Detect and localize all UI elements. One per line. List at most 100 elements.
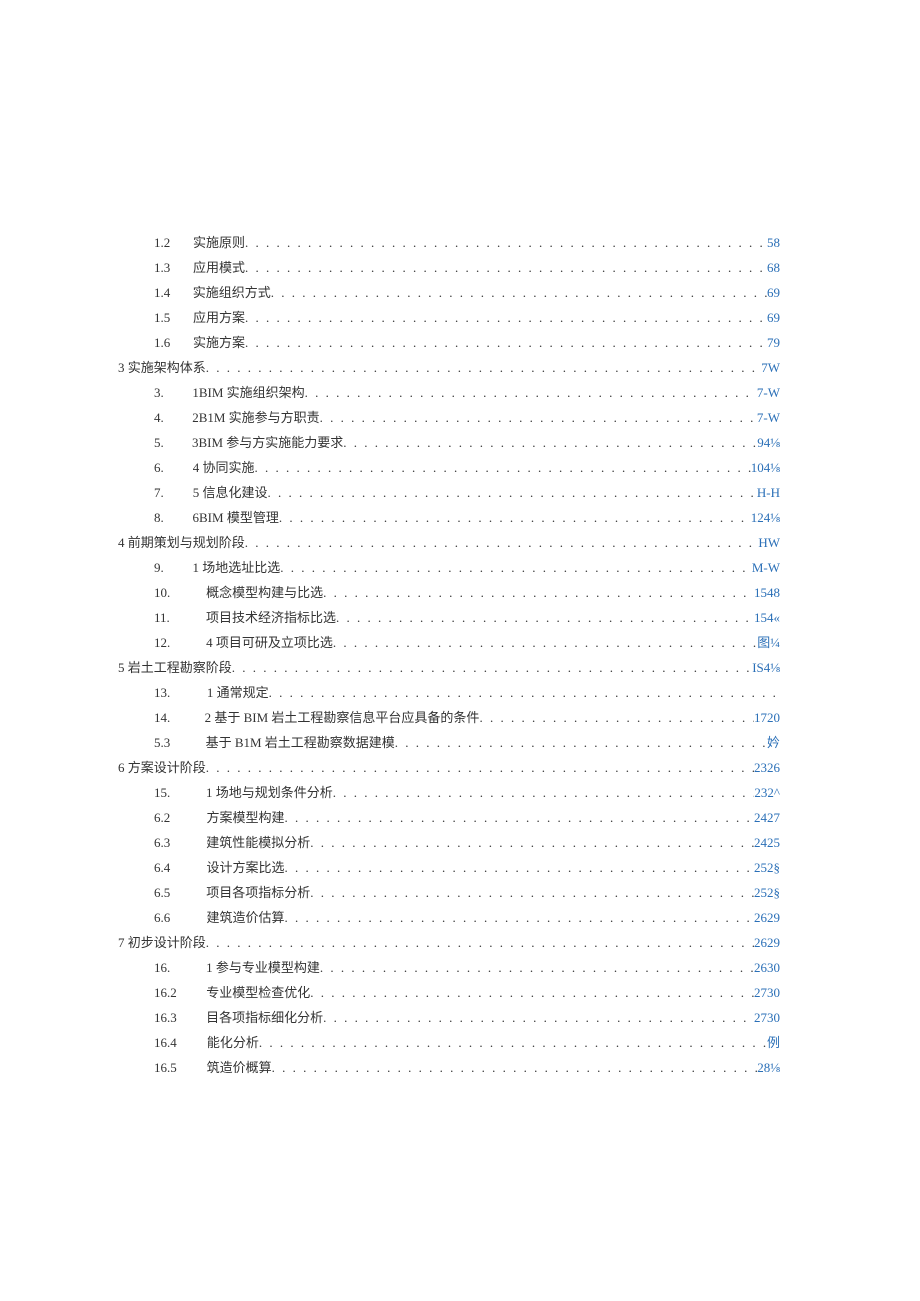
toc-entry-page: 妗 — [767, 730, 780, 755]
toc-entry-label: 实施组织方式 — [193, 280, 271, 305]
toc-entry-label: 3BIM 参与方实施能力要求 — [192, 430, 343, 455]
toc-entry: 6.4设计方案比选 252§ — [118, 855, 780, 880]
toc-leader-dots — [310, 980, 754, 1005]
toc-entry-label: 5 岩土工程勘察阶段 — [118, 655, 232, 680]
toc-entry: 10.概念模型构建与比选1548 — [118, 580, 780, 605]
toc-entry-number: 6.2 — [154, 805, 202, 830]
toc-leader-dots — [245, 230, 767, 255]
toc-entry: 11.项目技术经济指标比选154« — [118, 605, 780, 630]
toc-entry-page: 154« — [754, 605, 780, 630]
toc-entry: 4 前期策划与规划阶段 HW — [118, 530, 780, 555]
toc-entry-page: 2427 — [754, 805, 780, 830]
toc-leader-dots — [320, 405, 757, 430]
toc-entry-number: 13. — [154, 680, 202, 705]
toc-leader-dots — [279, 505, 751, 530]
toc-entry-page: 94⅛ — [757, 430, 780, 455]
toc-leader-dots — [269, 680, 777, 705]
toc-entry-number: 15. — [154, 780, 202, 805]
toc-entry-number: 6.4 — [154, 855, 202, 880]
toc-entry: 6.2方案模型构建 2427 — [118, 805, 780, 830]
toc-entry-page: 69 — [767, 305, 780, 330]
toc-entry-page: 7-W — [757, 380, 780, 405]
toc-entry: 9.1 场地选址比选 M-W — [118, 555, 780, 580]
toc-leader-dots — [310, 830, 754, 855]
toc-entry: 1.6实施方案79 — [118, 330, 780, 355]
toc-entry: 4.2B1M 实施参与方职责 7-W — [118, 405, 780, 430]
toc-entry-label: 专业模型检查优化 — [206, 980, 310, 1005]
toc-entry-page: 104⅛ — [751, 455, 780, 480]
toc-entry-label: 4 协同实施 — [193, 455, 255, 480]
toc-entry-label: 1 场地选址比选 — [193, 555, 281, 580]
toc-entry-number: 5.3 — [154, 730, 202, 755]
toc-entry-page: 7-W — [757, 405, 780, 430]
toc-entry-number: 4. — [154, 405, 188, 430]
toc-entry-number: 5. — [154, 430, 188, 455]
toc-entry-label: 目各项指标细化分析 — [206, 1005, 323, 1030]
toc-entry: 12.4 项目可研及立项比选 图¼ — [118, 630, 780, 655]
toc-entry-label: 6 方案设计阶段 — [118, 755, 206, 780]
toc-leader-dots — [271, 280, 767, 305]
toc-entry: 7 初步设计阶段 2629 — [118, 930, 780, 955]
toc-entry: 6.3建筑性能模拟分析 2425 — [118, 830, 780, 855]
toc-entry-number: 16.4 — [154, 1030, 202, 1055]
toc-entry-label: 基于 B1M 岩土工程勘察数据建模 — [206, 730, 395, 755]
toc-entry-number: 1.6 — [154, 330, 188, 355]
toc-entry-label: 2B1M 实施参与方职责 — [192, 405, 319, 430]
toc-entry-number: 14. — [154, 705, 202, 730]
toc-entry: 16.5筑造价概算28⅛ — [118, 1055, 780, 1080]
toc-entry: 16.2专业模型检查优化2730 — [118, 980, 780, 1005]
toc-leader-dots — [255, 455, 751, 480]
toc-leader-dots — [245, 330, 767, 355]
toc-entry: 6.5项目各项指标分析 252§ — [118, 880, 780, 905]
toc-entry-label: 实施原则 — [193, 230, 245, 255]
toc-entry-label: 筑造价概算 — [207, 1055, 272, 1080]
toc-entry: 5.3基于 B1M 岩土工程勘察数据建模 妗 — [118, 730, 780, 755]
toc-leader-dots — [323, 580, 754, 605]
toc-entry-number: 1.3 — [154, 255, 188, 280]
toc-entry: 3 实施架构体系 7W — [118, 355, 780, 380]
toc-entry: 16.4能化分析例 — [118, 1030, 780, 1055]
toc-entry-page: 2425 — [754, 830, 780, 855]
toc-entry-label: 1 参与专业模型构建 — [206, 955, 320, 980]
toc-entry: 1.4实施组织方式69 — [118, 280, 780, 305]
toc-leader-dots — [479, 705, 754, 730]
toc-entry-number: 7. — [154, 480, 188, 505]
toc-entry-page: HW — [758, 530, 780, 555]
toc-leader-dots — [245, 255, 767, 280]
toc-entry-page: 2630 — [754, 955, 780, 980]
toc-entry-label: 建筑性能模拟分析 — [206, 830, 310, 855]
toc-entry-label: 5 信息化建设 — [193, 480, 268, 505]
toc-entry-page: 252§ — [754, 855, 780, 880]
toc-entry: 5.3BIM 参与方实施能力要求 94⅛ — [118, 430, 780, 455]
toc-leader-dots — [333, 780, 755, 805]
toc-entry-label: 设计方案比选 — [206, 855, 284, 880]
toc-entry: 6 方案设计阶段 2326 — [118, 755, 780, 780]
toc-entry-label: 方案模型构建 — [206, 805, 284, 830]
toc-entry-label: 3 实施架构体系 — [118, 355, 206, 380]
toc-entry-number: 8. — [154, 505, 188, 530]
toc-entry-number: 11. — [154, 605, 202, 630]
toc-entry-page: 2629 — [754, 930, 780, 955]
toc-entry-page: 2730 — [754, 1005, 780, 1030]
toc-entry-number: 9. — [154, 555, 188, 580]
toc-entry-page: M-W — [752, 555, 780, 580]
toc-leader-dots — [267, 480, 756, 505]
toc-entry-label: 7 初步设计阶段 — [118, 930, 206, 955]
toc-leader-dots — [206, 755, 754, 780]
toc-leader-dots — [336, 605, 754, 630]
toc-leader-dots — [245, 305, 767, 330]
toc-leader-dots — [280, 555, 752, 580]
toc-entry-page: 图¼ — [757, 630, 780, 655]
toc-leader-dots — [245, 530, 759, 555]
toc-entry-number: 16. — [154, 955, 202, 980]
toc-entry-page: 252§ — [754, 880, 780, 905]
toc-entry-label: 4 前期策划与规划阶段 — [118, 530, 245, 555]
toc-entry-page: 68 — [767, 255, 780, 280]
toc-leader-dots — [320, 955, 754, 980]
toc-entry-number: 6.5 — [154, 880, 202, 905]
toc-entry-page: 2629 — [754, 905, 780, 930]
toc-entry: 14.2 基于 BIM 岩土工程勘察信息平台应具备的条件 1720 — [118, 705, 780, 730]
toc-entry-label: 能化分析 — [207, 1030, 259, 1055]
toc-entry-label: 4 项目可研及立项比选 — [206, 630, 333, 655]
toc-leader-dots — [285, 905, 755, 930]
